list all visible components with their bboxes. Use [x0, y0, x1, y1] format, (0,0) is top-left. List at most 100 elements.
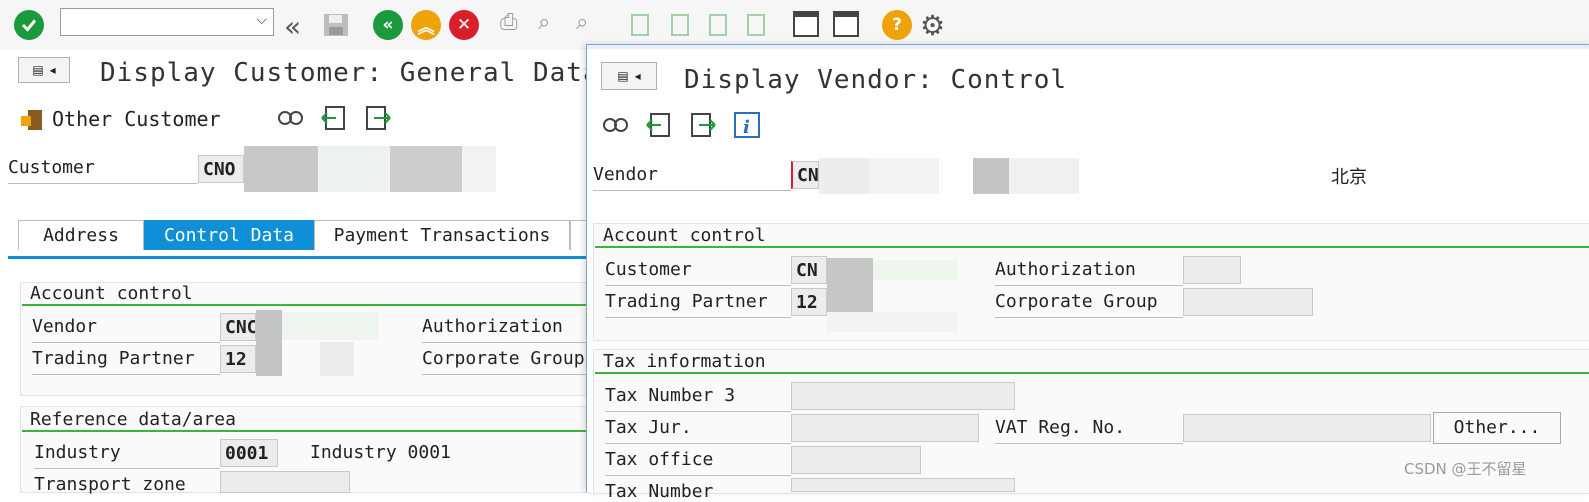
redacted-block — [873, 260, 957, 280]
customer-field[interactable]: CN — [791, 256, 827, 284]
customer-field[interactable]: CNO — [198, 155, 244, 183]
popup-menu-button[interactable]: ▤ ◂ — [601, 62, 657, 90]
svg-text:i: i — [743, 117, 750, 138]
tab-control-data[interactable]: Control Data — [144, 220, 314, 250]
redacted-block — [256, 310, 282, 376]
tax-number-3-field[interactable] — [791, 382, 1015, 410]
tab-address[interactable]: Address — [18, 220, 144, 250]
first-page-icon[interactable] — [628, 12, 652, 38]
triangle-icon: ◂ — [634, 69, 641, 83]
triangle-icon: ◂ — [49, 63, 56, 77]
authorization-label: Authorization — [422, 316, 586, 343]
redacted-block — [819, 158, 869, 194]
trading-partner-label: Trading Partner — [32, 348, 220, 375]
section-header: Reference data/area — [30, 409, 236, 430]
trading-partner-label: Trading Partner — [605, 291, 791, 318]
redacted-block — [282, 312, 378, 340]
menu-icon: ▤ — [32, 63, 44, 77]
vendor-label: Vendor — [32, 316, 220, 343]
other-customer-button[interactable]: Other Customer — [52, 107, 221, 131]
tax-number-3-label: Tax Number 3 — [605, 385, 791, 412]
tax-number-field[interactable] — [791, 478, 1015, 492]
vendor-city: 北京 — [1331, 167, 1367, 188]
section-divider — [22, 304, 586, 306]
cancel-icon[interactable]: ✕ — [449, 10, 479, 40]
tax-office-label: Tax office — [605, 449, 791, 476]
industry-description: Industry 0001 — [310, 442, 451, 463]
menu-icon: ▤ — [617, 69, 629, 83]
print-icon[interactable]: ⎙ — [500, 10, 518, 35]
new-session-icon[interactable] — [792, 10, 820, 40]
trading-partner-field[interactable]: 12 — [791, 288, 827, 316]
find-icon[interactable]: ⌕ — [538, 10, 550, 35]
shortcut-icon[interactable] — [832, 10, 860, 40]
corporate-group-label: Corporate Group — [995, 291, 1183, 318]
watermark: CSDN @王不留星 — [1404, 460, 1527, 478]
redacted-block — [1009, 158, 1079, 194]
section-divider — [22, 430, 586, 432]
section-header: Account control — [603, 225, 766, 246]
section-divider — [595, 246, 1589, 248]
previous-icon[interactable] — [320, 104, 348, 136]
system-toolbar: ⌵ « « ︽ ✕ ⎙ ⌕ ⌕ ? ⚙ — [0, 0, 1589, 50]
previous-icon[interactable] — [645, 111, 673, 143]
next-icon[interactable] — [689, 111, 717, 143]
redacted-block — [390, 146, 462, 192]
other-vat-button[interactable]: Other... — [1433, 412, 1561, 444]
redacted-block — [462, 146, 496, 192]
info-icon[interactable]: i — [733, 111, 761, 143]
check-icon[interactable] — [14, 10, 44, 40]
next-icon[interactable] — [364, 104, 392, 136]
transport-zone-label: Transport zone — [34, 474, 186, 495]
redacted-block — [973, 158, 1009, 194]
transport-zone-field[interactable] — [220, 471, 350, 493]
exit-icon[interactable]: ︽ — [411, 10, 441, 40]
chevron-down-icon[interactable]: ⌵ — [256, 12, 267, 28]
trading-partner-field[interactable]: 12 — [220, 345, 256, 373]
page-title: Display Customer: General Data — [100, 58, 600, 88]
settings-icon[interactable]: ⚙ — [920, 9, 945, 42]
tax-office-field[interactable] — [791, 446, 921, 474]
vendor-label: Vendor — [593, 164, 791, 191]
vendor-popup-window: ▤ ◂ Display Vendor: Control i Vendor CN 北… — [586, 44, 1589, 502]
command-field[interactable]: ⌵ — [60, 8, 274, 36]
popup-title: Display Vendor: Control — [684, 65, 1068, 95]
authorization-label: Authorization — [995, 259, 1183, 286]
tab-payment-transactions[interactable]: Payment Transactions — [314, 220, 570, 250]
redacted-block — [320, 342, 354, 376]
industry-field[interactable]: 0001 — [220, 439, 278, 467]
authorization-field[interactable] — [1183, 256, 1241, 284]
tab-strip-underline — [8, 256, 588, 259]
display-change-icon[interactable] — [276, 104, 304, 136]
find-next-icon[interactable]: ⌕ — [576, 10, 588, 35]
save-icon[interactable] — [322, 12, 350, 38]
last-page-icon[interactable] — [744, 12, 768, 38]
tax-jurisdiction-field[interactable] — [791, 414, 979, 442]
other-customer-icon[interactable] — [18, 104, 46, 136]
screen-menu-button[interactable]: ▤ ◂ — [18, 57, 70, 83]
popup-title-strip — [587, 45, 1589, 49]
section-header: Account control — [30, 283, 193, 304]
corporate-group-label: Corporate Group — [422, 348, 586, 375]
tax-jurisdiction-label: Tax Jur. — [605, 417, 791, 444]
vat-reg-label: VAT Reg. No. — [995, 417, 1183, 444]
redacted-block — [318, 146, 390, 192]
command-input[interactable] — [65, 9, 239, 35]
back-icon[interactable]: « — [373, 10, 403, 40]
prev-page-icon[interactable] — [668, 12, 692, 38]
vat-reg-field[interactable] — [1183, 414, 1431, 442]
redacted-block — [827, 258, 873, 312]
display-change-icon[interactable] — [601, 111, 629, 143]
double-left-icon[interactable]: « — [284, 10, 301, 43]
help-icon[interactable]: ? — [882, 10, 912, 40]
next-page-icon[interactable] — [706, 12, 730, 38]
vendor-field[interactable]: CN — [791, 161, 819, 189]
tax-number-label: Tax Number — [605, 481, 714, 502]
corporate-group-field[interactable] — [1183, 288, 1313, 316]
section-divider — [595, 372, 1589, 374]
redacted-block — [869, 158, 939, 194]
customer-label: Customer — [605, 259, 791, 286]
redacted-block — [244, 146, 318, 192]
section-header: Tax information — [603, 351, 766, 372]
vendor-field[interactable]: CNC — [220, 313, 256, 341]
